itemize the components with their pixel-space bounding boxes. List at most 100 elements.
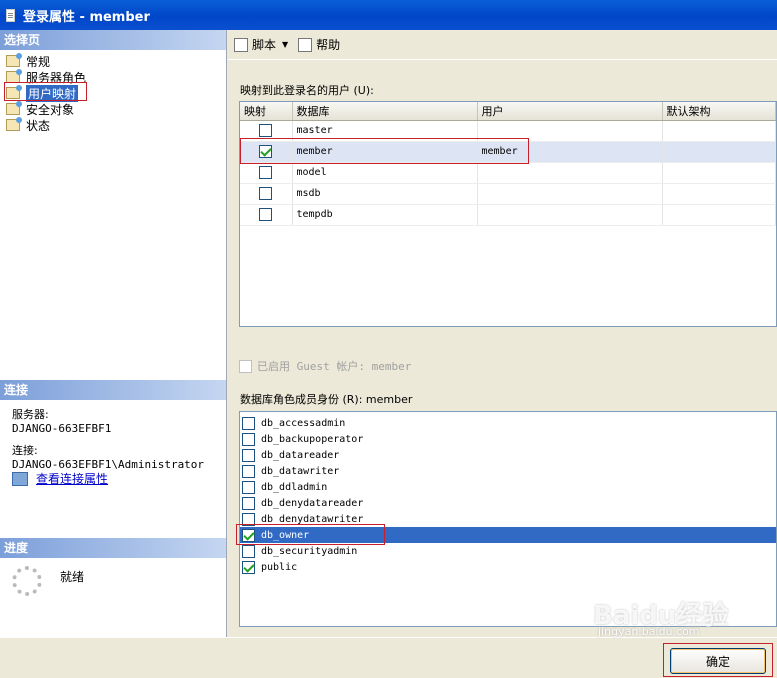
role-checkbox[interactable] [242,496,255,510]
server-value: DJANGO-663EFBF1 [12,422,112,435]
map-checkbox[interactable] [259,187,273,200]
page-label: 服务器角色 [26,70,87,85]
page-label: 用户映射 [26,84,79,102]
list-item[interactable]: db_denydatareader [240,495,776,511]
document-icon [6,8,15,22]
page-item-general[interactable]: 常规 [0,53,226,69]
page-icon [6,85,22,99]
progress-header: 进度 [0,538,226,558]
role-checkbox[interactable] [242,480,255,494]
table-row[interactable]: master [240,120,776,142]
progress-section: 进度 就绪 [0,538,226,599]
schema-cell[interactable] [662,141,776,163]
schema-cell[interactable] [662,162,776,184]
view-connection-link[interactable]: 查看连接属性 [36,472,108,486]
connection-value: DJANGO-663EFBF1\Administrator [12,458,205,471]
table-row[interactable]: msdb [240,183,776,205]
role-name: db_datawriter [261,465,340,477]
page-label: 常规 [26,54,51,69]
page-icon [6,101,22,115]
list-item[interactable]: db_owner [240,527,776,543]
role-name: db_securityadmin [261,545,358,557]
list-item[interactable]: public [240,559,776,575]
help-button[interactable]: 帮助 [298,36,340,53]
db-cell: model [292,162,478,184]
page-item-user-mapping[interactable]: 用户映射 [0,84,226,102]
schema-cell[interactable] [662,183,776,205]
map-checkbox[interactable] [259,145,273,158]
col-database[interactable]: 数据库 [292,102,478,121]
page-label: 状态 [26,118,51,133]
chevron-down-icon[interactable]: ▼ [282,40,288,49]
role-checkbox[interactable] [242,464,255,478]
col-default-schema[interactable]: 默认架构 [662,102,776,121]
page-item-server-roles[interactable]: 服务器角色 [0,69,226,85]
page-label: 安全对象 [26,102,75,117]
watermark-url: jingyan.baidu.com [598,625,700,638]
list-item[interactable]: db_ddladmin [240,479,776,495]
role-checkbox[interactable] [242,560,255,574]
connection-header: 连接 [0,380,226,400]
user-cell[interactable]: member [477,141,663,163]
footer: 确定 [0,637,777,678]
db-cell: tempdb [292,204,478,226]
table-row[interactable]: member member [240,141,776,163]
script-icon [234,37,248,52]
title-bar: 登录属性 - member [0,0,777,30]
page-icon [6,69,22,83]
role-name: db_accessadmin [261,417,346,429]
col-user[interactable]: 用户 [477,102,663,121]
page-icon [6,117,22,131]
toolbar: 脚本 ▼ 帮助 [228,30,777,60]
list-item[interactable]: db_denydatawriter [240,511,776,527]
mapping-label: 映射到此登录名的用户 (U): [240,84,374,97]
col-map[interactable]: 映射 [240,102,293,121]
user-cell[interactable] [477,162,663,184]
list-item[interactable]: db_backupoperator [240,431,776,447]
list-item[interactable]: db_datawriter [240,463,776,479]
role-checkbox[interactable] [242,544,255,558]
page-list: 常规 服务器角色 用户映射 安全对象 状态 [0,50,226,380]
role-checkbox[interactable] [242,512,255,526]
map-checkbox[interactable] [259,208,273,221]
role-checkbox[interactable] [242,432,255,446]
script-label: 脚本 [252,38,277,52]
progress-spinner-icon [12,566,42,596]
table-row[interactable]: tempdb [240,204,776,226]
server-icon [12,472,28,486]
mapping-grid: 映射 数据库 用户 默认架构 master member member mode… [239,101,777,327]
schema-cell[interactable] [662,120,776,142]
user-cell[interactable] [477,204,663,226]
server-label: 服务器: [12,408,49,421]
connection-section: 连接 服务器: DJANGO-663EFBF1 连接: DJANGO-663EF… [0,380,226,493]
roles-label: 数据库角色成员身份 (R): member [240,393,413,406]
guest-label: 已启用 Guest 帐户: member [257,360,412,373]
role-checkbox[interactable] [242,528,255,542]
window-title: 登录属性 - member [23,9,150,25]
view-connection-properties[interactable]: 查看连接属性 [12,472,214,486]
role-name: db_ddladmin [261,481,328,493]
map-checkbox[interactable] [259,124,273,137]
list-item[interactable]: db_securityadmin [240,543,776,559]
role-name: db_denydatawriter [261,513,364,525]
page-icon [6,53,22,67]
db-cell: master [292,120,478,142]
table-row[interactable]: model [240,162,776,184]
page-item-status[interactable]: 状态 [0,117,226,133]
user-cell[interactable] [477,183,663,205]
guest-checkbox [239,359,252,373]
role-checkbox[interactable] [242,416,255,430]
map-checkbox[interactable] [259,166,273,179]
script-button[interactable]: 脚本 ▼ [234,36,288,53]
ok-button[interactable]: 确定 [670,648,766,674]
list-item[interactable]: db_datareader [240,447,776,463]
role-checkbox[interactable] [242,448,255,462]
role-name: public [261,561,298,573]
user-cell[interactable] [477,120,663,142]
page-item-securables[interactable]: 安全对象 [0,101,226,117]
guest-enabled-row: 已启用 Guest 帐户: member [239,358,411,374]
role-name: db_datareader [261,449,340,461]
list-item[interactable]: db_accessadmin [240,415,776,431]
schema-cell[interactable] [662,204,776,226]
db-cell: msdb [292,183,478,205]
